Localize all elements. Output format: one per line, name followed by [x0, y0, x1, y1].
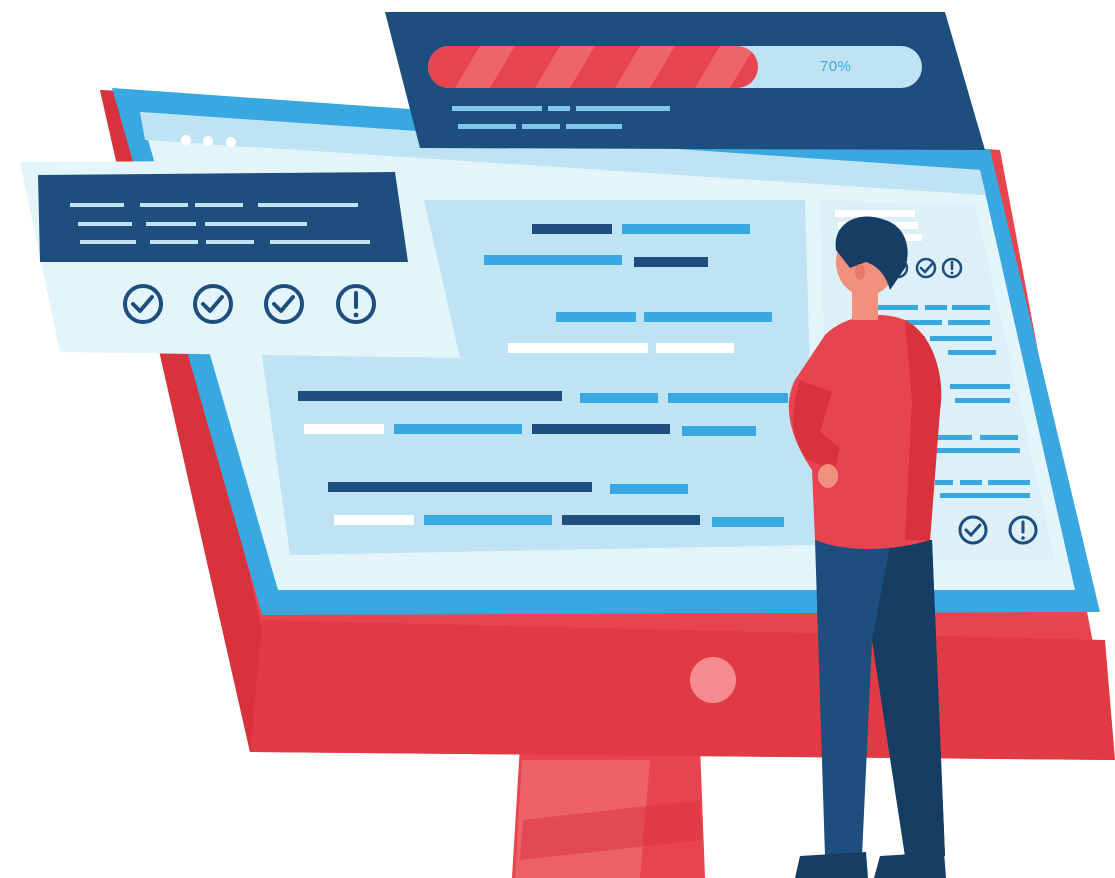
progress-percent-label: 70%	[820, 58, 852, 75]
monitor-stand	[512, 745, 705, 878]
power-button-icon	[690, 657, 736, 703]
window-dot-icon	[181, 135, 191, 145]
progress-panel	[385, 12, 985, 150]
window-dot-icon	[203, 136, 213, 146]
window-dot-icon	[226, 137, 236, 147]
illustration-scene: 70%	[0, 0, 1115, 878]
progress-fill	[428, 46, 758, 88]
checklist-panel	[20, 160, 460, 358]
scene-artwork	[20, 12, 1115, 878]
